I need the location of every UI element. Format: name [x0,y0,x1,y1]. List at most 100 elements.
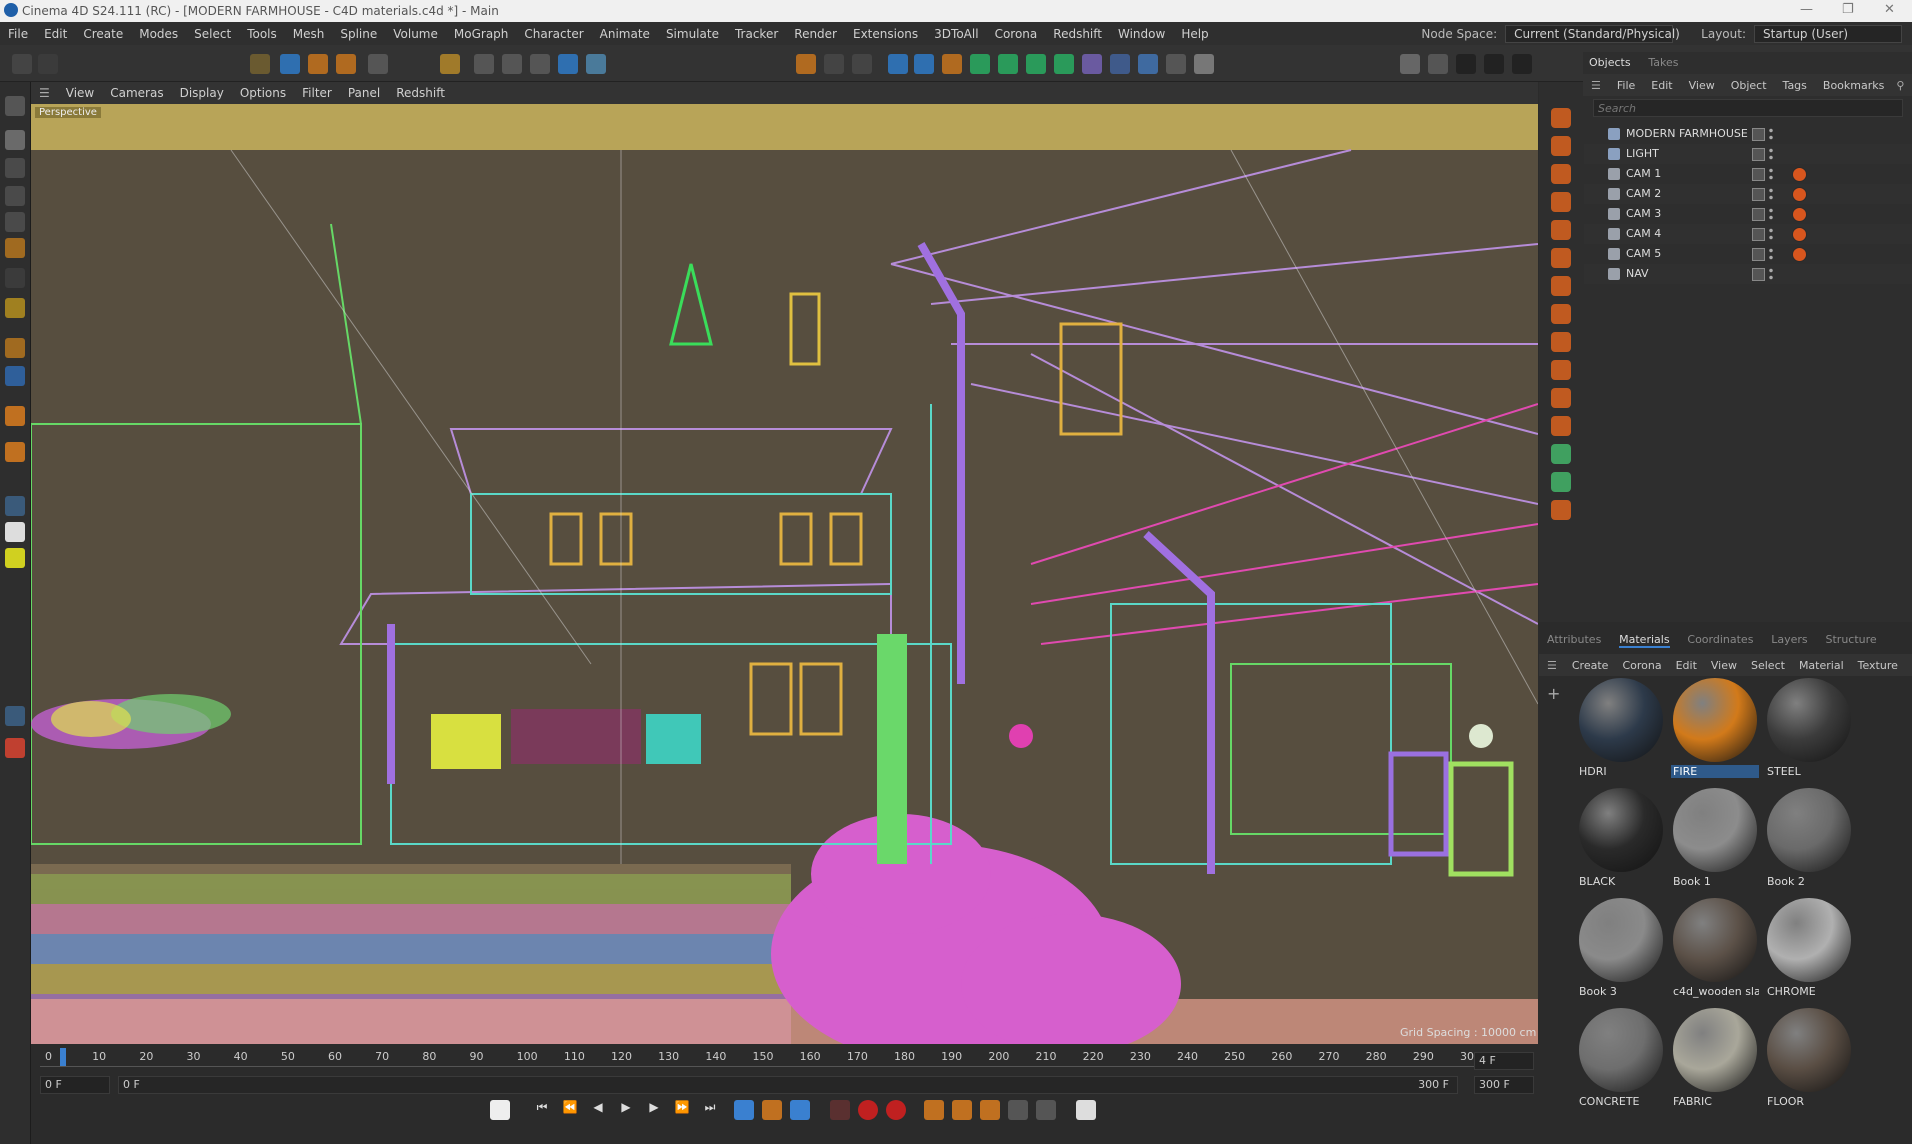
corona-settings-icon[interactable] [1551,500,1571,520]
objects-menu-bookmarks[interactable]: Bookmarks [1815,79,1892,92]
minimize-icon[interactable]: — [1800,2,1813,17]
field-icon[interactable] [1054,54,1074,74]
render-view-icon[interactable] [824,54,844,74]
layer-checkbox[interactable] [1752,248,1765,261]
go-to-start-icon[interactable]: ⏮ [532,1100,552,1120]
menu-help[interactable]: Help [1173,27,1216,41]
menu-extensions[interactable]: Extensions [845,27,926,41]
objects-menu-file[interactable]: File [1609,79,1643,92]
snap-settings-icon[interactable] [5,442,25,462]
redshift-sky-icon[interactable] [1551,304,1571,324]
redshift-settings-icon[interactable] [1551,136,1571,156]
play-icon[interactable]: ▶ [616,1100,636,1120]
polygons-mode-icon[interactable] [5,238,25,258]
redshift-camera-icon[interactable] [1551,192,1571,212]
go-to-end-icon[interactable]: ⏭ [700,1100,720,1120]
redshift-object-icon[interactable] [1551,416,1571,436]
cloner-icon[interactable] [998,54,1018,74]
layer-checkbox[interactable] [1752,268,1765,281]
materials-hamburger-icon[interactable]: ☰ [1539,659,1565,672]
search-icon[interactable]: ⚲ [1892,79,1908,92]
menu-animate[interactable]: Animate [592,27,658,41]
camera-toolbar-icon[interactable] [1166,54,1186,74]
uv-mode-icon[interactable] [5,268,25,288]
material-swatch[interactable]: FABRIC [1671,1006,1759,1112]
scale-tool-icon[interactable] [336,54,356,74]
viewport-menu-cameras[interactable]: Cameras [102,86,171,100]
object-row[interactable]: CAM 3 [1584,204,1912,224]
materials-menu-view[interactable]: View [1704,659,1744,672]
timeline-ruler[interactable] [40,1066,1500,1067]
material-swatch[interactable]: HDRI [1577,676,1665,782]
objects-hamburger-icon[interactable]: ☰ [1583,79,1609,92]
menu-simulate[interactable]: Simulate [658,27,727,41]
objects-menu-object[interactable]: Object [1723,79,1775,92]
redshift-icon[interactable] [5,496,25,516]
texture-mode-icon[interactable] [5,158,25,178]
tab-takes[interactable]: Takes [1648,56,1678,69]
edges-mode-icon[interactable] [5,212,25,232]
redshift-sun-icon[interactable] [1551,332,1571,352]
close-icon[interactable]: ✕ [1884,2,1895,17]
viewport-menu-redshift[interactable]: Redshift [388,86,453,100]
visibility-dots[interactable] [1768,227,1774,241]
menu-modes[interactable]: Modes [131,27,186,41]
protection-tag-icon[interactable] [1792,187,1807,202]
object-row[interactable]: CAM 4 [1584,224,1912,244]
corona-icon[interactable] [5,738,25,758]
key-pla-icon[interactable] [1036,1100,1056,1120]
points-mode-icon[interactable] [5,186,25,206]
menu-tools[interactable]: Tools [239,27,285,41]
home-icon[interactable]: ⌂ [1908,79,1912,92]
spline-tool-icon[interactable] [5,548,25,568]
paint-icon[interactable] [5,522,25,542]
visibility-dots[interactable] [1768,167,1774,181]
menu-edit[interactable]: Edit [36,27,75,41]
visibility-dots[interactable] [1768,147,1774,161]
import-icon[interactable] [1400,54,1420,74]
key-rotation-icon[interactable] [952,1100,972,1120]
menu-corona[interactable]: Corona [987,27,1046,41]
menu-mograph[interactable]: MoGraph [446,27,517,41]
redshift-proxy-icon[interactable] [1551,248,1571,268]
material-swatch[interactable]: CONCRETE [1577,1006,1665,1112]
motion-system-icon[interactable] [1076,1100,1096,1120]
object-row[interactable]: LIGHT [1584,144,1912,164]
menu-mesh[interactable]: Mesh [285,27,333,41]
z-axis-icon[interactable] [530,54,550,74]
transform-tool-icon[interactable] [368,54,388,74]
material-swatch[interactable]: Book 2 [1765,786,1853,892]
materials-menu-select[interactable]: Select [1744,659,1792,672]
menu-character[interactable]: Character [516,27,591,41]
tab-materials[interactable]: Materials [1619,633,1670,648]
primitive-icon[interactable] [914,54,934,74]
corona-material-icon[interactable] [1551,444,1571,464]
viewport-hamburger-icon[interactable]: ☰ [31,86,58,100]
material-swatch[interactable]: Book 1 [1671,786,1759,892]
objects-menu-view[interactable]: View [1681,79,1723,92]
menu-3dtoall[interactable]: 3DToAll [926,27,986,41]
redshift-ipr-icon[interactable] [1551,164,1571,184]
viewport-menu-filter[interactable]: Filter [294,86,340,100]
tweak-mode-icon[interactable] [5,338,25,358]
object-row[interactable]: CAM 1 [1584,164,1912,184]
objects-menu-tags[interactable]: Tags [1775,79,1815,92]
key-parameter-icon[interactable] [1008,1100,1028,1120]
material-icon[interactable] [1110,54,1130,74]
protection-tag-icon[interactable] [1792,167,1807,182]
object-row[interactable]: NAV [1584,264,1912,284]
menu-file[interactable]: File [0,27,36,41]
redshift-material-icon[interactable] [1551,220,1571,240]
sound-icon[interactable] [790,1100,810,1120]
object-row[interactable]: CAM 5 [1584,244,1912,264]
snap-icon[interactable] [586,54,606,74]
start-frame-field[interactable]: 0 F [40,1076,110,1094]
axis-mode-icon[interactable] [5,298,25,318]
light-bulb-icon[interactable] [1194,54,1214,74]
undo-icon[interactable] [12,54,32,74]
perspective-viewport[interactable] [31,104,1538,1044]
layer-checkbox[interactable] [1752,148,1765,161]
tab-structure[interactable]: Structure [1826,633,1877,646]
menu-redshift[interactable]: Redshift [1045,27,1110,41]
viewport-menu-view[interactable]: View [58,86,102,100]
